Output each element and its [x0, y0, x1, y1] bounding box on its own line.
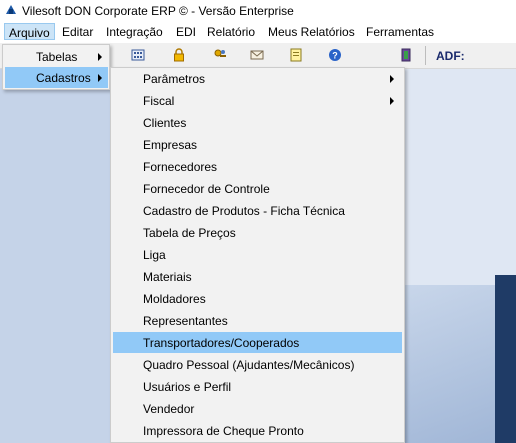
menu-item-label: Fornecedores — [143, 160, 218, 174]
menu-item-cadastro-de-produtos[interactable]: Cadastro de Produtos - Ficha Técnica — [113, 200, 402, 221]
menu-item-representantes[interactable]: Representantes — [113, 310, 402, 331]
app-logo-icon — [6, 5, 16, 14]
menu-item-tabela-de-precos[interactable]: Tabela de Preços — [113, 222, 402, 243]
help-icon[interactable]: ? — [328, 48, 342, 62]
menu-item-label: Parâmetros — [143, 72, 206, 86]
menu-relatorio[interactable]: Relatório — [207, 25, 255, 39]
adf-label: ADF: — [436, 49, 465, 63]
title-bar: Vilesoft DON Corporate ERP © - Versão En… — [0, 0, 516, 22]
arquivo-dropdown: Tabelas Cadastros — [2, 44, 110, 90]
menu-meus-relatorios[interactable]: Meus Relatórios — [268, 25, 355, 39]
menu-item-label: Quadro Pessoal (Ajudantes/Mecânicos) — [143, 358, 355, 372]
menu-item-fornecedor-de-controle[interactable]: Fornecedor de Controle — [113, 178, 402, 199]
menu-item-quadro-pessoal[interactable]: Quadro Pessoal (Ajudantes/Mecânicos) — [113, 354, 402, 375]
menu-item-moldadores[interactable]: Moldadores — [113, 288, 402, 309]
menu-item-label: Fornecedor de Controle — [143, 182, 270, 196]
menu-item-label: Cadastro de Produtos - Ficha Técnica — [143, 204, 345, 218]
calculator-icon[interactable] — [131, 48, 145, 62]
menu-item-liga[interactable]: Liga — [113, 244, 402, 265]
menu-ferramentas[interactable]: Ferramentas — [366, 25, 434, 39]
lock-icon[interactable] — [172, 48, 186, 62]
menu-item-label: Cadastros — [36, 71, 91, 85]
menu-item-cadastros[interactable]: Cadastros — [5, 67, 108, 88]
menu-edi[interactable]: EDI — [176, 25, 196, 39]
menu-item-clientes[interactable]: Clientes — [113, 112, 402, 133]
menu-item-empresas[interactable]: Empresas — [113, 134, 402, 155]
menu-item-label: Clientes — [143, 116, 187, 130]
submenu-arrow-icon — [98, 74, 102, 82]
menu-item-materiais[interactable]: Materiais — [113, 266, 402, 287]
menu-item-label: Transportadores/Cooperados — [143, 336, 300, 350]
menu-item-label: Materiais — [143, 270, 192, 284]
window-title: Vilesoft DON Corporate ERP © - Versão En… — [22, 4, 294, 18]
workspace-background-edge — [495, 275, 516, 443]
menu-bar: Arquivo Editar Integração EDI Relatório … — [0, 22, 516, 43]
menu-item-label: Tabelas — [36, 50, 78, 64]
menu-item-transportadores-cooperados[interactable]: Transportadores/Cooperados — [113, 332, 402, 353]
menu-item-fornecedores[interactable]: Fornecedores — [113, 156, 402, 177]
menu-item-label: Fiscal — [143, 94, 175, 108]
menu-item-fiscal[interactable]: Fiscal — [113, 90, 402, 111]
menu-integracao[interactable]: Integração — [106, 25, 163, 39]
menu-item-label: Vendedor — [143, 402, 195, 416]
menu-item-label: Representantes — [143, 314, 228, 328]
menu-item-label: Empresas — [143, 138, 198, 152]
notes-icon[interactable] — [289, 48, 303, 62]
mail-icon[interactable] — [250, 48, 264, 62]
toolbar-separator — [425, 46, 426, 65]
menu-item-tabelas[interactable]: Tabelas — [5, 46, 108, 67]
menu-item-usuarios-e-perfil[interactable]: Usuários e Perfil — [113, 376, 402, 397]
menu-item-label: Usuários e Perfil — [143, 380, 232, 394]
menu-item-vendedor[interactable]: Vendedor — [113, 398, 402, 419]
submenu-arrow-icon — [390, 97, 394, 105]
menu-arquivo[interactable]: Arquivo — [4, 23, 55, 40]
menu-editar[interactable]: Editar — [62, 25, 93, 39]
menu-item-label: Tabela de Preços — [143, 226, 236, 240]
exit-door-icon[interactable] — [399, 48, 413, 62]
menu-item-label: Impressora de Cheque Pronto — [143, 424, 304, 438]
svg-text:?: ? — [332, 51, 338, 61]
menu-item-label: Liga — [143, 248, 166, 262]
key-people-icon[interactable] — [213, 48, 227, 62]
submenu-arrow-icon — [390, 75, 394, 83]
menu-item-label: Moldadores — [143, 292, 206, 306]
submenu-arrow-icon — [98, 53, 102, 61]
cadastros-submenu: Parâmetros Fiscal Clientes Empresas Forn… — [110, 67, 405, 443]
menu-item-impressora-de-cheque-pronto[interactable]: Impressora de Cheque Pronto — [113, 420, 402, 441]
menu-item-parametros[interactable]: Parâmetros — [113, 68, 402, 89]
